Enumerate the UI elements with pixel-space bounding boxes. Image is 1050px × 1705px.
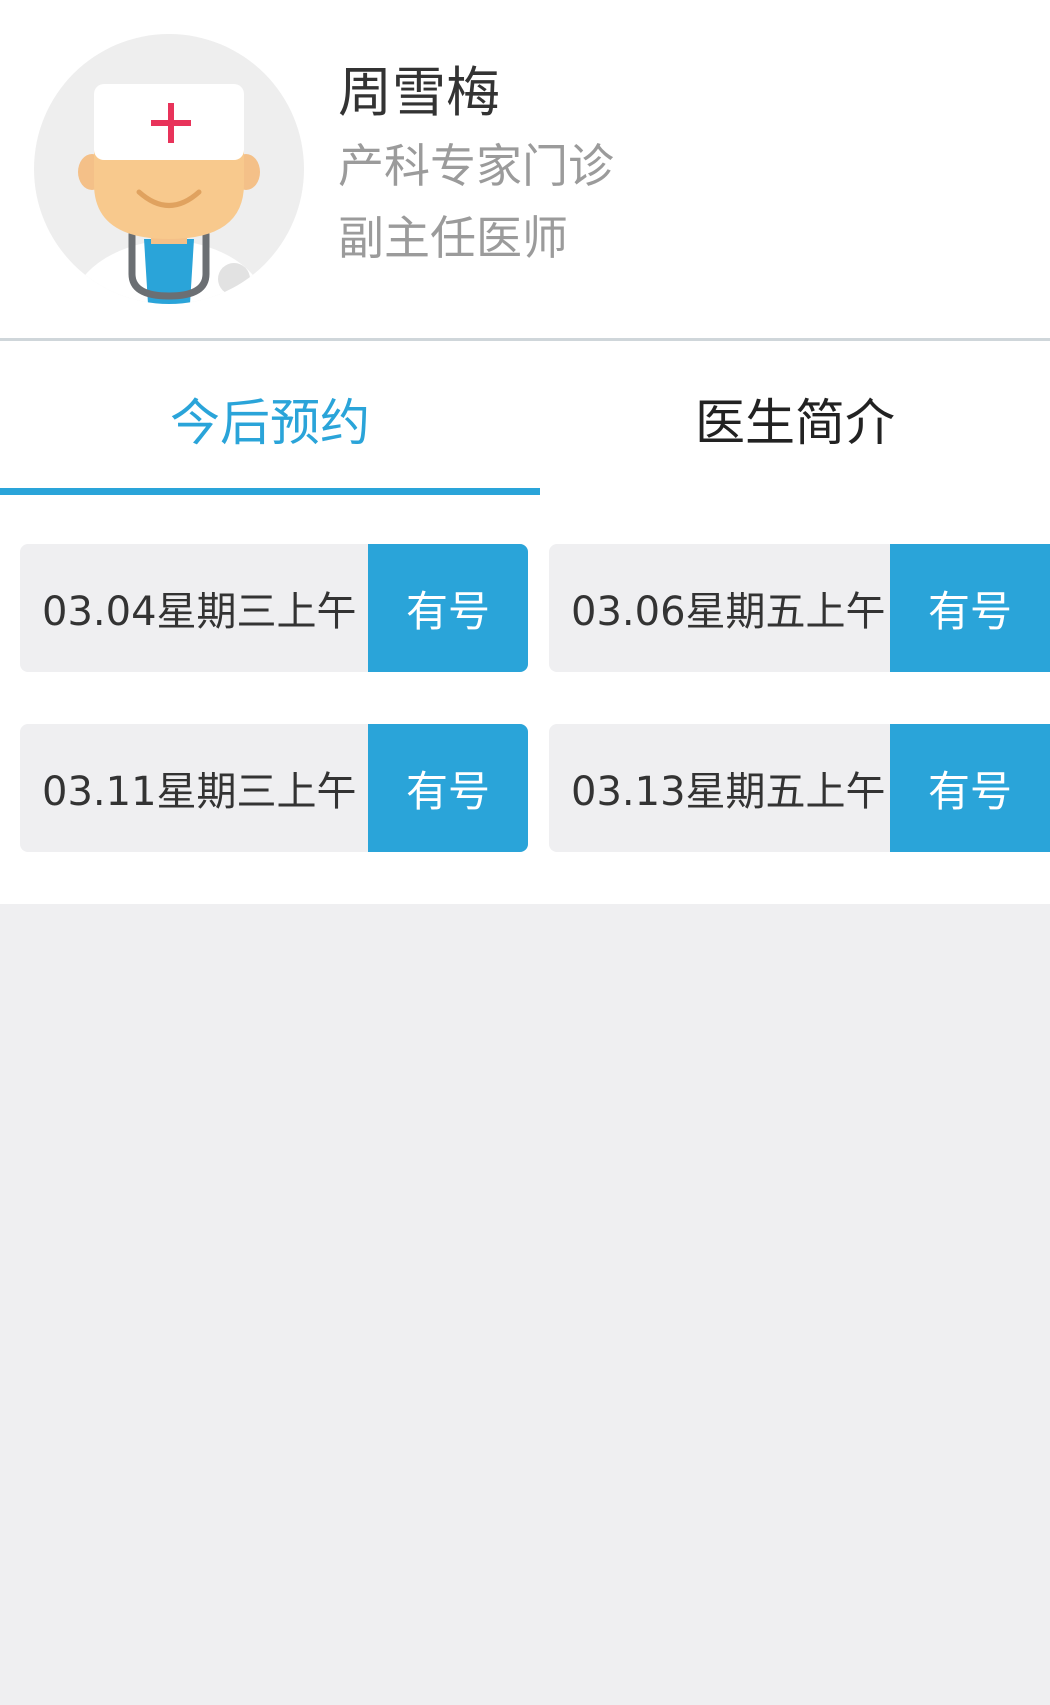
slot-status-badge: 有号: [890, 724, 1050, 852]
slot-date: 03.04星期三上午: [42, 589, 357, 635]
slot-date: 03.06星期五上午: [571, 589, 886, 635]
appointment-slot[interactable]: 03.13星期五上午 有号: [549, 724, 1050, 852]
slot-status-badge: 有号: [368, 544, 528, 672]
tab-label: 今后预约: [170, 393, 370, 452]
slot-status-badge: 有号: [890, 544, 1050, 672]
appointment-slot[interactable]: 03.04星期三上午 有号: [20, 544, 528, 672]
slot-date: 03.13星期五上午: [571, 769, 886, 815]
doctor-header: 周雪梅 产科专家门诊 副主任医师: [0, 0, 1050, 341]
slot-date: 03.11星期三上午: [42, 769, 357, 815]
tab-label: 医生简介: [695, 393, 895, 452]
tab-doctor-profile[interactable]: 医生简介: [540, 341, 1050, 496]
slot-status-badge: 有号: [368, 724, 528, 852]
active-tab-indicator: [0, 488, 540, 495]
doctor-name: 周雪梅: [338, 61, 500, 124]
doctor-department: 产科专家门诊: [338, 139, 614, 193]
appointment-slots: 03.04星期三上午 有号 03.06星期五上午 有号 03.11星期三上午 有…: [0, 496, 1050, 904]
doctor-title: 副主任医师: [338, 211, 568, 265]
tab-bar: 今后预约 医生简介: [0, 341, 1050, 496]
tab-upcoming-appointments[interactable]: 今后预约: [0, 341, 540, 496]
appointment-slot[interactable]: 03.11星期三上午 有号: [20, 724, 528, 852]
doctor-avatar-icon: [34, 34, 304, 304]
appointment-slot[interactable]: 03.06星期五上午 有号: [549, 544, 1050, 672]
